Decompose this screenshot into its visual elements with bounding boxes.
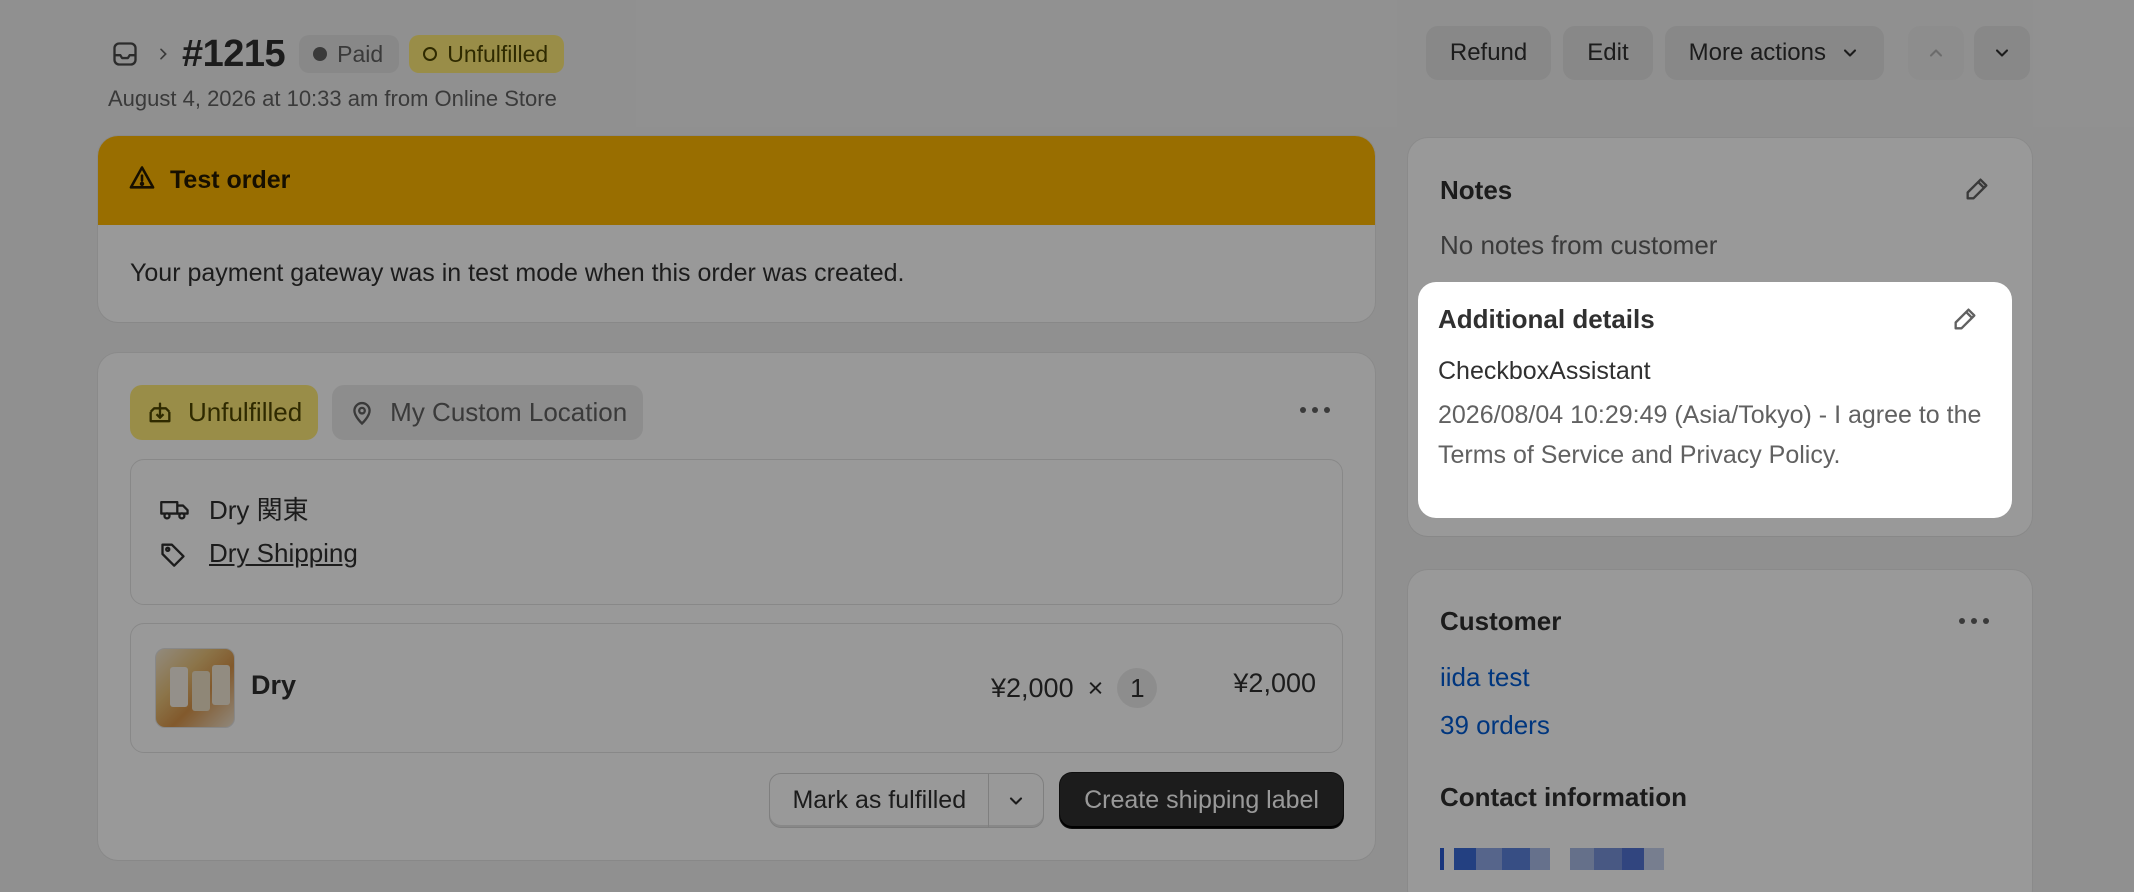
chevron-down-icon (1840, 43, 1860, 63)
header-actions: Refund Edit More actions (1414, 26, 2030, 80)
more-options-icon[interactable] (1295, 395, 1335, 425)
chevron-down-icon (1010, 796, 1023, 805)
more-options-icon[interactable] (1956, 606, 1992, 636)
shipping-method: Dry 関東 (209, 495, 309, 525)
location-pin-icon (348, 399, 376, 427)
payment-status-label: Paid (337, 40, 384, 67)
additional-details-section: Additional details CheckboxAssistant 202… (1418, 282, 2012, 518)
more-actions-label: More actions (1688, 39, 1826, 66)
edit-button[interactable]: Edit (1563, 26, 1653, 80)
notes-title: Notes (1440, 175, 1513, 205)
product-thumbnail[interactable] (155, 648, 235, 728)
fulfillment-actions: Mark as fulfilled Create shipping label (769, 773, 1343, 828)
alert-triangle-icon (128, 164, 156, 197)
fulfillment-status-text: Unfulfilled (188, 397, 303, 427)
customer-name-link[interactable]: iida test (1440, 662, 1530, 693)
hollow-dot-icon (423, 47, 438, 61)
contact-information-title: Contact information (1440, 782, 1687, 812)
location-name: My Custom Location (390, 397, 628, 427)
mark-as-fulfilled-button[interactable]: Mark as fulfilled (770, 774, 990, 827)
notes-text: No notes from customer (1440, 230, 1718, 260)
create-shipping-label-button[interactable]: Create shipping label (1060, 773, 1343, 828)
payment-status-badge: Paid (299, 35, 400, 73)
fulfillment-card-header: Unfulfilled My Custom Location (130, 385, 644, 440)
customer-orders-link[interactable]: 39 orders (1440, 710, 1550, 741)
customer-title: Customer (1440, 606, 1562, 636)
line-total: ¥2,000 (1233, 668, 1316, 698)
page-title: #1215 (182, 32, 286, 75)
pencil-icon[interactable] (1950, 304, 1980, 334)
shipping-rate-row: Dry Shipping (159, 538, 358, 569)
chevron-right-icon (148, 39, 178, 69)
additional-details-title: Additional details (1438, 304, 1655, 334)
fulfillment-status-pill: Unfulfilled (130, 385, 319, 440)
quantity-badge: 1 (1117, 668, 1158, 708)
fulfillment-status-badge: Unfulfilled (409, 35, 565, 73)
chevron-down-icon (1995, 49, 2009, 57)
location-pill[interactable]: My Custom Location (332, 385, 644, 440)
next-order-button[interactable] (1974, 26, 2030, 80)
test-order-message: Your payment gateway was in test mode wh… (130, 259, 905, 287)
pencil-icon[interactable] (1962, 174, 1992, 204)
order-subtitle: August 4, 2026 at 10:33 am from Online S… (108, 86, 557, 111)
orders-inbox-icon[interactable] (108, 37, 142, 71)
test-order-title: Test order (170, 166, 291, 194)
shipping-method-row: Dry 関東 (159, 490, 309, 527)
mark-fulfilled-split-button: Mark as fulfilled (769, 773, 1045, 828)
mark-fulfilled-dropdown[interactable] (989, 774, 1043, 827)
unit-price-row: ¥2,000 × 1 (991, 668, 1158, 708)
page-header: #1215 Paid Unfulfilled (108, 26, 565, 82)
refund-button[interactable]: Refund (1425, 26, 1552, 80)
redacted-email (1440, 848, 1664, 870)
customer-card: Customer iida test 39 orders Contact inf… (1408, 570, 2032, 892)
additional-detail-key: CheckboxAssistant (1438, 357, 1651, 385)
more-actions-button[interactable]: More actions (1664, 26, 1884, 80)
fulfillment-card: Unfulfilled My Custom Location Dry 関東 Dr… (98, 353, 1375, 860)
fulfillment-status-label: Unfulfilled (447, 40, 549, 67)
filled-dot-icon (313, 47, 328, 61)
package-icon (146, 399, 174, 427)
order-details-page: #1215 Paid Unfulfilled August 4, 2026 at… (0, 0, 2134, 892)
previous-order-button[interactable] (1908, 26, 1964, 80)
delivery-truck-icon (159, 495, 195, 523)
test-order-banner-header: Test order (98, 136, 1375, 225)
chevron-up-icon (1929, 49, 1943, 57)
test-order-banner: Test order Your payment gateway was in t… (98, 136, 1375, 322)
times-sign: × (1087, 672, 1104, 703)
additional-detail-value: 2026/08/04 10:29:49 (Asia/Tokyo) - I agr… (1438, 401, 1982, 469)
product-name[interactable]: Dry (251, 670, 296, 701)
unit-price: ¥2,000 (991, 672, 1074, 703)
shipping-info-box: Dry 関東 Dry Shipping (130, 459, 1343, 605)
tag-icon (159, 540, 195, 568)
shipping-rate-link[interactable]: Dry Shipping (209, 538, 358, 569)
line-item: Dry ¥2,000 × 1 ¥2,000 (130, 623, 1343, 753)
